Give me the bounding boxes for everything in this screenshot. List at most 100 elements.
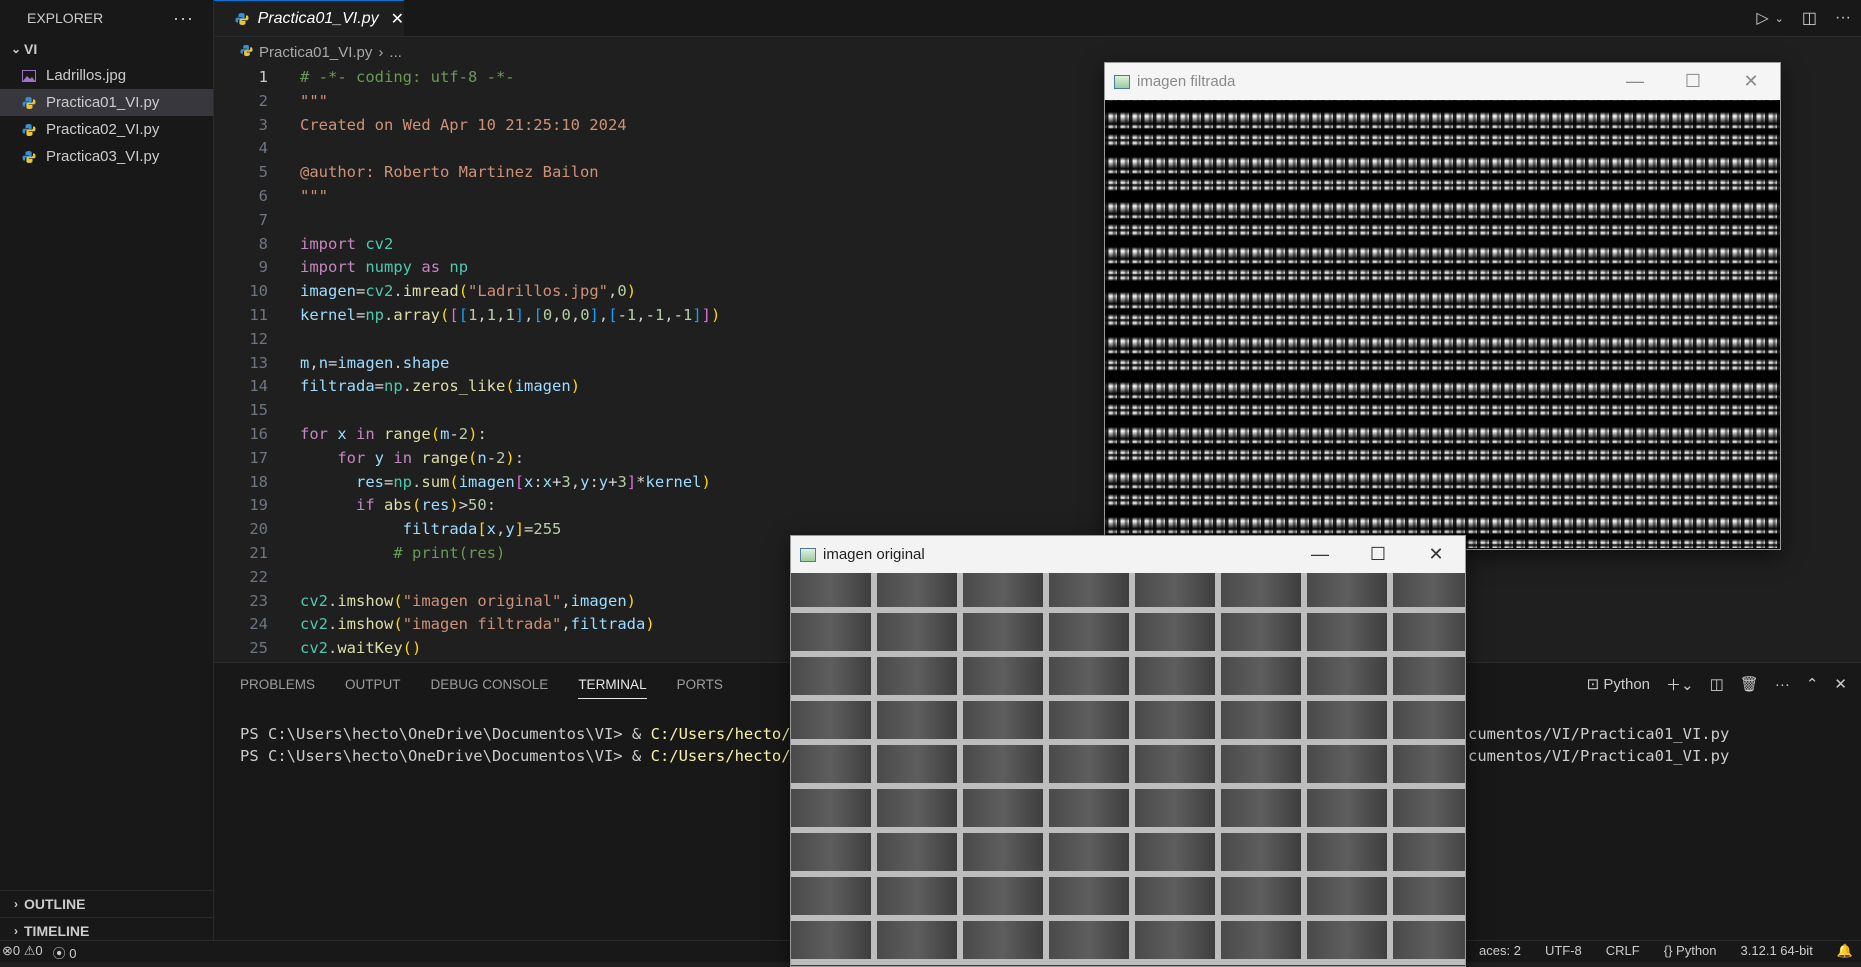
explorer-header: EXPLORER ··· bbox=[0, 0, 213, 36]
add-terminal-icon[interactable]: ＋⌄ bbox=[1666, 674, 1694, 695]
panel-tabs: PROBLEMS OUTPUT DEBUG CONSOLE TERMINAL P… bbox=[240, 663, 723, 705]
file-item-ladrillos[interactable]: Ladrillos.jpg bbox=[0, 62, 213, 89]
chevron-down-icon[interactable]: ⌄ bbox=[1775, 12, 1784, 25]
file-item-practica02[interactable]: Practica02_VI.py bbox=[0, 116, 213, 143]
line-number: 25 bbox=[249, 639, 268, 658]
tab-terminal[interactable]: TERMINAL bbox=[578, 677, 647, 699]
line-number: 5 bbox=[258, 163, 268, 182]
indentation-status[interactable]: aces: 2 bbox=[1479, 943, 1521, 959]
run-icon[interactable]: ▷ bbox=[1756, 8, 1768, 28]
outline-label: OUTLINE bbox=[24, 896, 86, 912]
error-count: 0 bbox=[12, 943, 21, 958]
window-controls: — ☐ ✕ bbox=[1606, 63, 1780, 100]
opencv-window-icon bbox=[800, 547, 816, 562]
minimize-icon[interactable]: — bbox=[1291, 536, 1349, 573]
chevron-right-icon: › bbox=[14, 897, 18, 911]
status-right: aces: 2 UTF-8 CRLF {} Python 3.12.1 64-b… bbox=[1479, 943, 1853, 959]
explorer-sidebar: EXPLORER ··· ⌄ VI Ladrillos.jpg Practica… bbox=[0, 0, 214, 961]
line-number: 15 bbox=[249, 401, 268, 420]
line-number: 13 bbox=[249, 353, 268, 372]
minimize-icon[interactable]: — bbox=[1606, 63, 1664, 100]
brick-wall-image bbox=[791, 573, 1465, 965]
breadcrumb-more[interactable]: ... bbox=[389, 44, 402, 61]
trash-icon[interactable]: 🗑 bbox=[1740, 675, 1759, 693]
explorer-title: EXPLORER bbox=[27, 10, 104, 26]
file-label: Practica01_VI.py bbox=[46, 94, 160, 111]
split-terminal-icon[interactable]: ◫ bbox=[1710, 675, 1724, 693]
line-number: 4 bbox=[258, 139, 268, 158]
interpreter-status[interactable]: 3.12.1 64-bit bbox=[1741, 943, 1813, 959]
line-number: 22 bbox=[249, 567, 268, 586]
maximize-icon[interactable]: ☐ bbox=[1349, 536, 1407, 573]
outline-section[interactable]: › OUTLINE bbox=[0, 890, 213, 917]
braces-icon: {} bbox=[1663, 943, 1673, 958]
opencv-window-icon bbox=[1114, 74, 1130, 89]
tab-practica01[interactable]: Practica01_VI.py ✕ bbox=[214, 0, 404, 36]
bell-icon[interactable]: 🔔 bbox=[1837, 943, 1853, 959]
file-item-practica01[interactable]: Practica01_VI.py bbox=[0, 89, 213, 116]
line-number: 23 bbox=[249, 591, 268, 610]
file-label: Ladrillos.jpg bbox=[46, 67, 127, 84]
tab-output[interactable]: OUTPUT bbox=[345, 677, 401, 692]
terminal-shell[interactable]: ⊡ Python bbox=[1587, 675, 1650, 693]
window-controls: — ☐ ✕ bbox=[1291, 536, 1465, 573]
encoding-status[interactable]: UTF-8 bbox=[1545, 943, 1582, 959]
ports-status[interactable]: ⦿ 0 bbox=[53, 943, 77, 962]
warning-count: 0 bbox=[35, 943, 43, 958]
terminal-line-tail: cumentos/VI/Practica01_VI.py bbox=[1468, 725, 1730, 743]
terminal-prompt: PS C:\Users\hecto\OneDrive\Documentos\VI… bbox=[240, 747, 651, 765]
line-number: 12 bbox=[249, 329, 268, 348]
problems-status[interactable]: ⊗0 ⚠0 bbox=[2, 943, 43, 962]
close-icon[interactable]: ✕ bbox=[1407, 536, 1465, 573]
line-number: 7 bbox=[258, 210, 268, 229]
maximize-icon[interactable]: ☐ bbox=[1664, 63, 1722, 100]
warning-icon: ⚠ bbox=[23, 943, 36, 958]
folder-label: VI bbox=[24, 41, 38, 57]
line-number: 3 bbox=[258, 115, 268, 134]
chevron-up-icon[interactable]: ⌃ bbox=[1806, 675, 1819, 693]
more-actions-icon[interactable]: ··· bbox=[173, 8, 194, 29]
window-titlebar[interactable]: imagen filtrada — ☐ ✕ bbox=[1105, 63, 1780, 100]
line-number: 20 bbox=[249, 520, 268, 539]
line-number: 8 bbox=[258, 234, 268, 253]
line-number: 21 bbox=[249, 543, 268, 562]
editor-actions: ▷ ⌄ ◫ ··· bbox=[1756, 0, 1851, 36]
close-icon[interactable]: ✕ bbox=[391, 9, 404, 29]
tab-ports[interactable]: PORTS bbox=[677, 677, 723, 692]
file-label: Practica02_VI.py bbox=[46, 121, 160, 138]
window-title: imagen filtrada bbox=[1137, 73, 1236, 90]
terminal-command: C:/Users/hecto/Ap bbox=[650, 747, 810, 765]
line-number: 10 bbox=[249, 282, 268, 301]
breadcrumb-file[interactable]: Practica01_VI.py bbox=[259, 44, 372, 61]
close-icon[interactable]: ✕ bbox=[1834, 675, 1847, 693]
filtered-image bbox=[1105, 100, 1780, 548]
line-number: 18 bbox=[249, 472, 268, 491]
close-icon[interactable]: ✕ bbox=[1722, 63, 1780, 100]
python-icon bbox=[20, 150, 38, 164]
split-editor-icon[interactable]: ◫ bbox=[1802, 8, 1817, 28]
window-titlebar[interactable]: imagen original — ☐ ✕ bbox=[791, 536, 1465, 573]
terminal-line-tail: cumentos/VI/Practica01_VI.py bbox=[1468, 747, 1730, 765]
line-number: 14 bbox=[249, 377, 268, 396]
window-imagen-filtrada[interactable]: imagen filtrada — ☐ ✕ bbox=[1104, 62, 1781, 550]
python-icon bbox=[20, 123, 38, 137]
terminal-prompt: PS C:\Users\hecto\OneDrive\Documentos\VI… bbox=[240, 725, 651, 743]
line-number: 24 bbox=[249, 615, 268, 634]
window-imagen-original[interactable]: imagen original — ☐ ✕ bbox=[790, 535, 1466, 967]
eol-status[interactable]: CRLF bbox=[1606, 943, 1640, 959]
terminal-command: C:/Users/hecto/Ap bbox=[650, 725, 810, 743]
broadcast-icon: ⦿ bbox=[52, 946, 66, 961]
breadcrumb: Practica01_VI.py › ... bbox=[240, 44, 402, 61]
line-number: 19 bbox=[249, 496, 268, 515]
more-actions-icon[interactable]: ··· bbox=[1775, 676, 1790, 693]
python-icon bbox=[240, 44, 253, 61]
tab-debug-console[interactable]: DEBUG CONSOLE bbox=[431, 677, 549, 692]
line-number: 17 bbox=[249, 448, 268, 467]
folder-vi[interactable]: ⌄ VI bbox=[0, 36, 213, 62]
chevron-down-icon: ⌄ bbox=[10, 42, 22, 56]
file-item-practica03[interactable]: Practica03_VI.py bbox=[0, 143, 213, 170]
tab-problems[interactable]: PROBLEMS bbox=[240, 677, 315, 692]
language-status[interactable]: {} Python bbox=[1664, 943, 1717, 959]
more-actions-icon[interactable]: ··· bbox=[1835, 9, 1851, 27]
editor-tabbar: Practica01_VI.py ✕ ▷ ⌄ ◫ ··· bbox=[214, 0, 1861, 37]
